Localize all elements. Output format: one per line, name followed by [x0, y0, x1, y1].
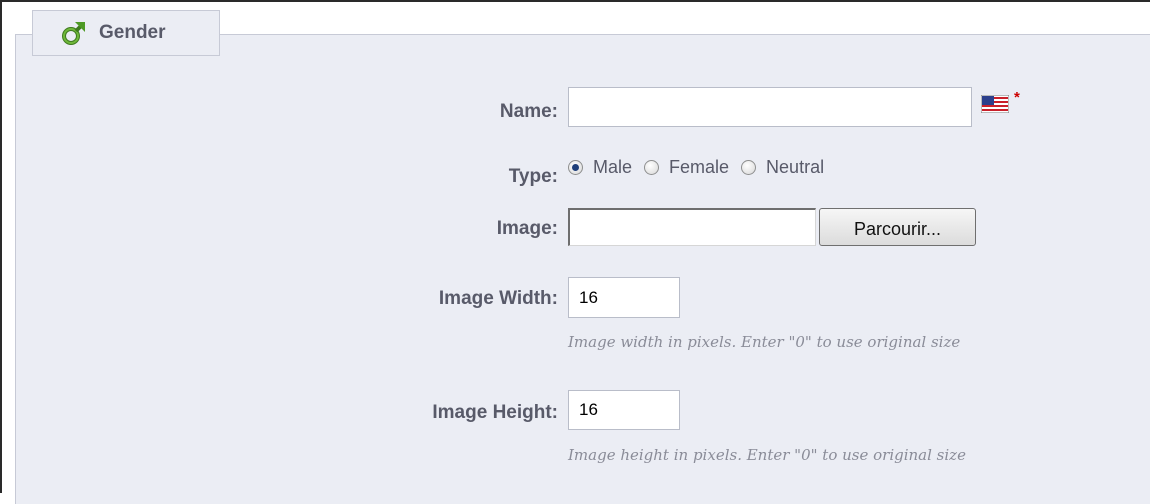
radio-male-label[interactable]: Male	[593, 157, 632, 178]
radio-neutral[interactable]	[741, 159, 757, 175]
required-asterisk: *	[1014, 89, 1020, 106]
fieldset-legend: Gender	[32, 10, 220, 56]
browse-button[interactable]: Parcourir...	[819, 208, 976, 246]
image-label: Image:	[496, 218, 558, 239]
type-label: Type:	[508, 166, 558, 187]
radio-neutral-label[interactable]: Neutral	[766, 157, 824, 178]
us-flag-icon[interactable]	[980, 94, 1010, 114]
radio-female[interactable]	[644, 159, 660, 175]
image-width-label: Image Width:	[438, 288, 558, 309]
name-label: Name:	[499, 101, 558, 122]
window-frame: Gender Name: * Type: Male Female Neutral…	[0, 0, 1150, 504]
image-width-hint: Image width in pixels. Enter "0" to use …	[568, 333, 961, 351]
radio-female-label[interactable]: Female	[669, 157, 729, 178]
image-file-input[interactable]	[568, 208, 816, 246]
radio-male[interactable]	[568, 159, 583, 175]
name-input[interactable]	[568, 87, 972, 127]
image-height-label: Image Height:	[432, 402, 558, 423]
image-height-hint: Image height in pixels. Enter "0" to use…	[568, 446, 966, 464]
image-width-input[interactable]	[568, 277, 680, 318]
male-gender-icon	[61, 20, 87, 46]
section-title: Gender	[99, 22, 166, 43]
image-height-input[interactable]	[568, 390, 680, 430]
type-radio-group: Male Female Neutral	[568, 154, 836, 180]
